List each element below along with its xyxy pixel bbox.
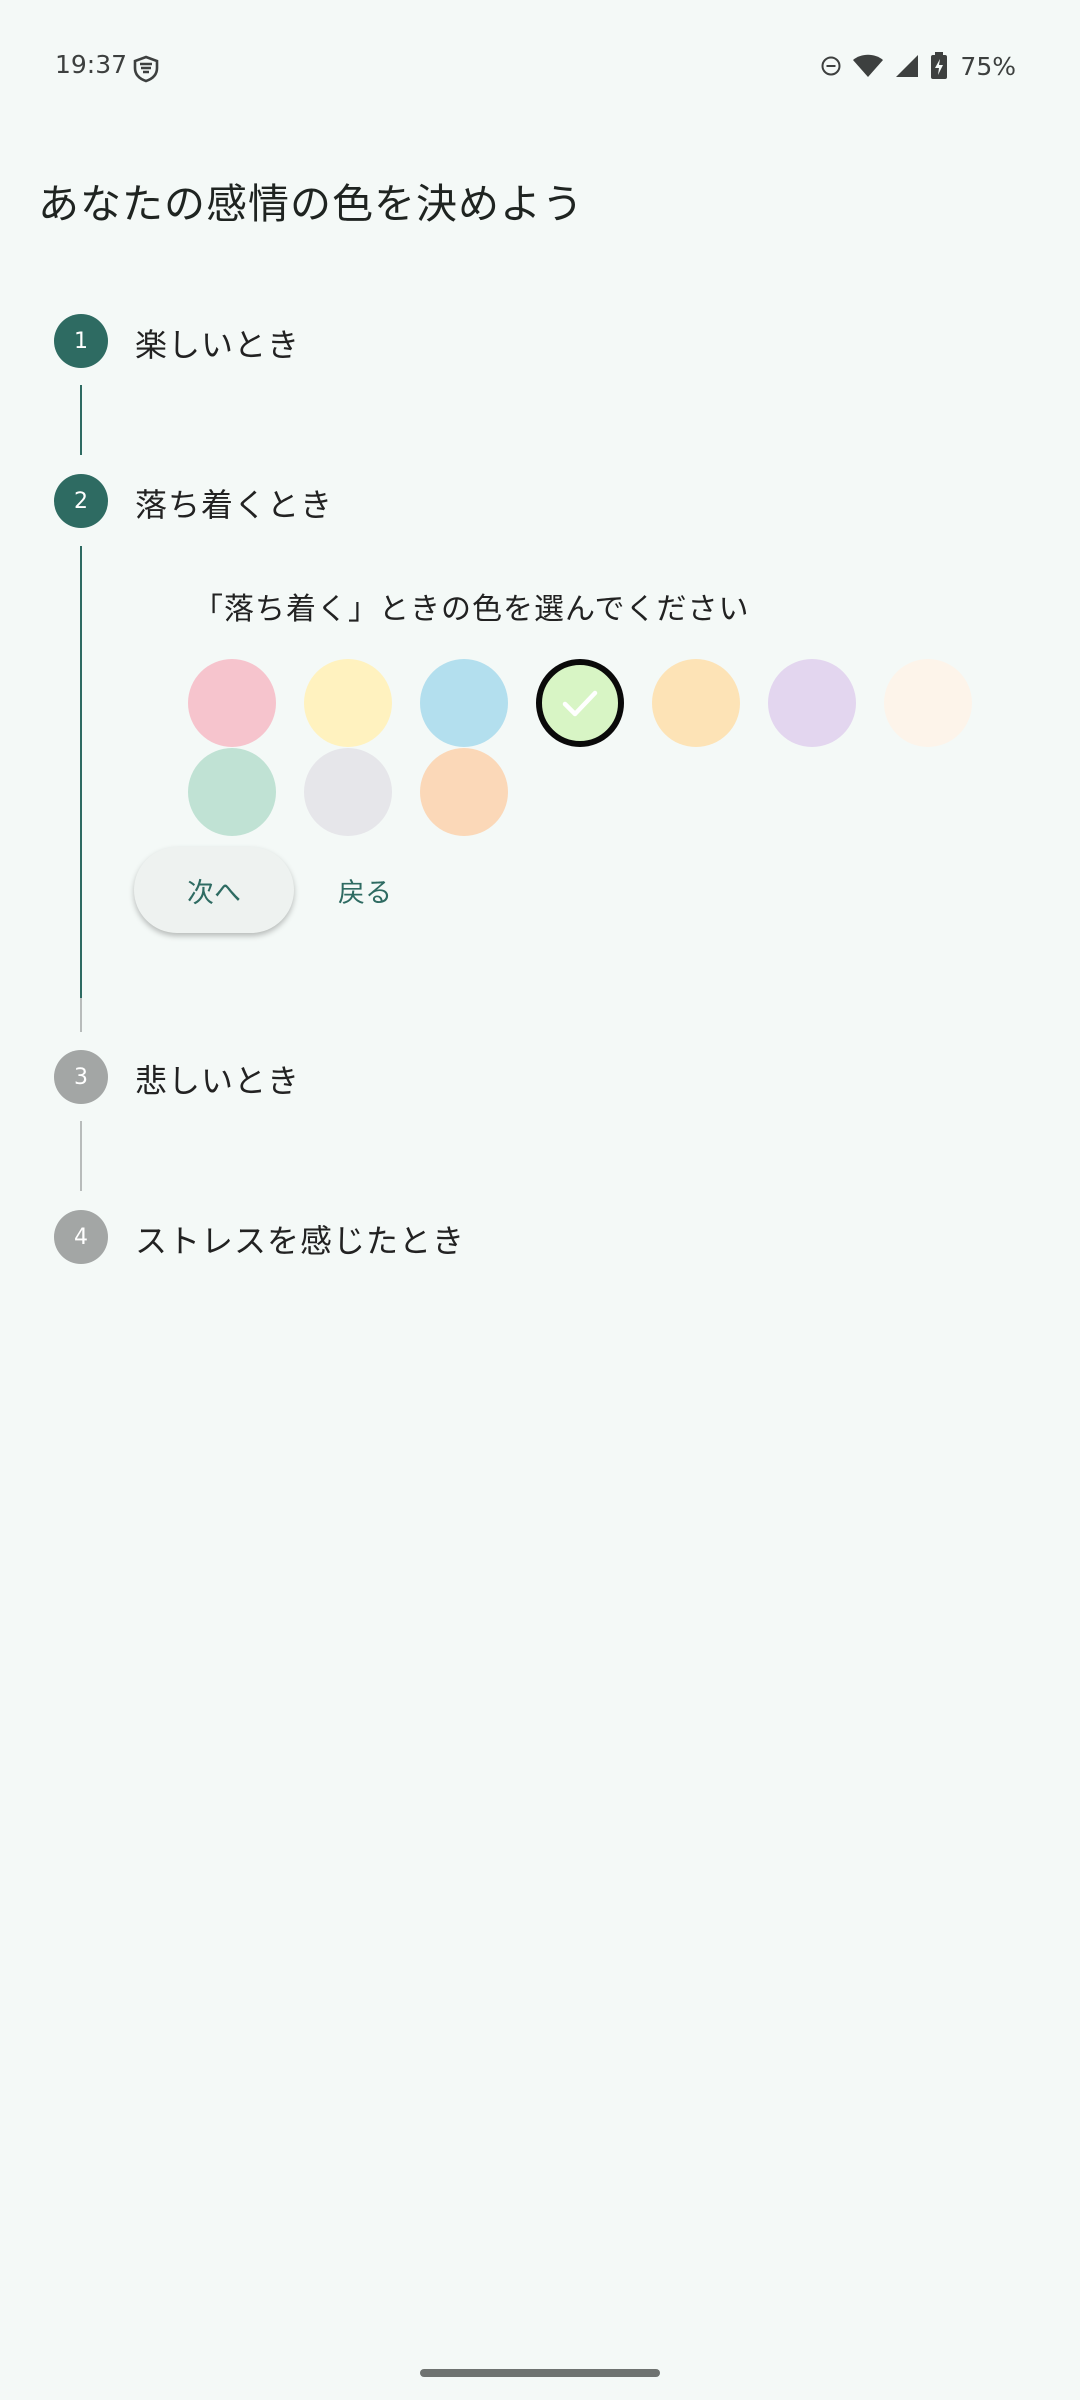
step-connector-3-4 (80, 1121, 82, 1191)
home-indicator[interactable] (420, 2369, 660, 2377)
step-connector-2-3 (80, 998, 82, 1032)
step-label-4[interactable]: ストレスを感じたとき (135, 1216, 465, 1262)
color-swatch-light-orange[interactable] (652, 659, 740, 747)
battery-charging-icon (931, 52, 948, 79)
color-swatch-cream[interactable] (884, 659, 972, 747)
page-title: あなたの感情の色を決めよう (38, 180, 584, 228)
color-swatch-mint[interactable] (188, 748, 276, 836)
next-button[interactable]: 次へ (134, 847, 294, 933)
step-label-3[interactable]: 悲しいとき (135, 1056, 300, 1102)
color-swatch-light-green[interactable] (536, 659, 624, 747)
step-label-1[interactable]: 楽しいとき (135, 320, 300, 366)
color-swatch-peach[interactable] (420, 748, 508, 836)
back-button[interactable]: 戻る (322, 847, 408, 933)
color-swatch-pink[interactable] (188, 659, 276, 747)
step-connector-2-content (80, 546, 82, 998)
do-not-disturb-icon (821, 56, 841, 76)
color-swatch-light-gray[interactable] (304, 748, 392, 836)
color-swatch-yellow[interactable] (304, 659, 392, 747)
signal-icon (896, 55, 919, 77)
color-swatch-lavender[interactable] (768, 659, 856, 747)
status-bar: 19:37 75% (0, 0, 1080, 136)
color-prompt: 「落ち着く」ときの色を選んでください (193, 592, 750, 627)
step-number-3: 3 (54, 1050, 108, 1104)
wifi-icon (853, 54, 884, 77)
status-time: 19:37 (55, 50, 128, 79)
vpn-shield-icon (133, 55, 159, 83)
step-number-1: 1 (54, 314, 108, 368)
color-swatch-light-blue[interactable] (420, 659, 508, 747)
step-label-2[interactable]: 落ち着くとき (135, 480, 333, 526)
check-icon (562, 690, 598, 717)
step-number-4: 4 (54, 1210, 108, 1264)
step-number-2: 2 (54, 474, 108, 528)
step-connector-1-2 (80, 385, 82, 455)
battery-percent: 75% (960, 51, 1016, 81)
